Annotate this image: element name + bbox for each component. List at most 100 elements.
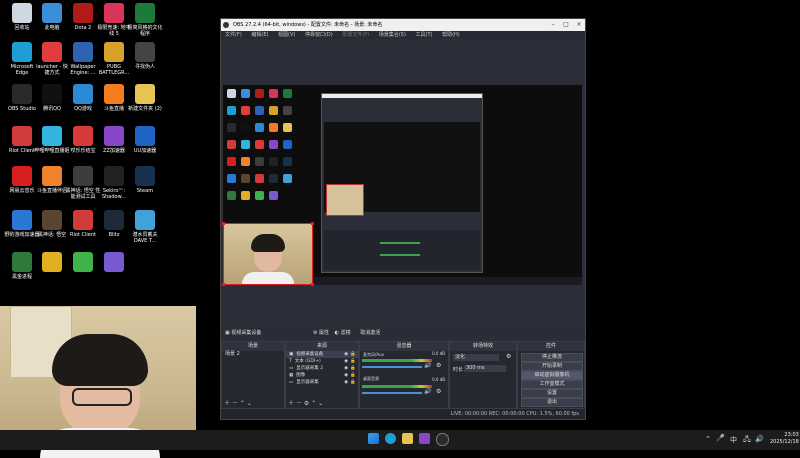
volume-icon[interactable]: 🔊 [755, 435, 764, 443]
source-item[interactable]: ▭ 显示器采集 ◉ 🔒 [286, 379, 358, 386]
mixer-header: 混音器 [360, 342, 448, 351]
windows-start-icon[interactable] [368, 433, 379, 444]
preview-mini-icon [269, 157, 278, 166]
eye-icon[interactable]: ◉ [344, 351, 348, 358]
eye-icon[interactable]: ◉ [344, 379, 348, 386]
chevron-up-icon[interactable]: ⌃ [705, 435, 711, 443]
move-up-button[interactable]: ⌃ [311, 400, 316, 407]
transform-handle[interactable] [311, 222, 314, 225]
source-type-icon: ▦ [289, 373, 294, 378]
menu-view[interactable]: 视图(V) [278, 32, 295, 38]
transform-handle[interactable] [222, 222, 225, 225]
desktop-icon[interactable] [96, 252, 132, 274]
desktop-volume-slider[interactable] [362, 392, 422, 394]
desktop-audio-meter [362, 385, 432, 388]
microphone-icon[interactable]: 🎤 [716, 434, 725, 442]
lock-icon[interactable]: 🔒 [350, 358, 356, 365]
menu-docks[interactable]: 停靠窗口(D) [305, 32, 333, 38]
preview-mini-icon [255, 106, 264, 115]
source-properties-icon[interactable]: ⚙ [304, 400, 309, 407]
source-item[interactable]: ▦ 图像 ◉ 🔒 [286, 372, 358, 379]
desktop-icon[interactable]: 潜水员戴夫 DAVE T... [127, 210, 163, 244]
remove-source-button[interactable]: － [296, 400, 302, 407]
transform-handle[interactable] [222, 283, 225, 286]
start-virtual-camera-button[interactable]: 启动虚拟摄像机 [521, 371, 583, 380]
app-icon [104, 210, 124, 230]
network-icon[interactable]: 🖧 [743, 435, 751, 446]
add-source-button[interactable]: ＋ [288, 400, 294, 407]
minimize-button[interactable]: – [547, 19, 559, 31]
app-icon [42, 252, 62, 272]
app-icon [104, 166, 124, 186]
lock-icon[interactable]: 🔒 [350, 379, 356, 386]
start-recording-button[interactable]: 开始录制 [521, 362, 583, 371]
filters-button[interactable]: ◐ 滤镜 [335, 330, 351, 336]
source-item[interactable]: T 文本 (GDI+) ◉ 🔒 [286, 358, 358, 365]
menu-file[interactable]: 文件(F) [225, 32, 242, 38]
stop-streaming-button[interactable]: 停止推流 [521, 353, 583, 362]
transform-handle[interactable] [311, 283, 314, 286]
move-up-button[interactable]: ⌃ [240, 400, 245, 407]
duration-input[interactable]: 300 ms [464, 365, 506, 372]
eye-icon[interactable]: ◉ [344, 372, 348, 379]
clock[interactable]: 23:03 2025/12/18 [770, 432, 799, 446]
desktop-icon[interactable]: 极简风格的文化程序 [127, 3, 163, 37]
nested-webcam [326, 184, 364, 216]
preview-mini-icon [283, 174, 292, 183]
explorer-taskbar-icon[interactable] [402, 433, 413, 444]
menu-edit[interactable]: 编辑(E) [251, 32, 268, 38]
desktop-icon[interactable]: Steam [127, 166, 163, 194]
lock-icon[interactable]: 🔒 [350, 372, 356, 379]
studio-mode-button[interactable]: 工作室模式 [521, 380, 583, 389]
gear-icon[interactable]: ⚙ [436, 362, 441, 369]
app-icon [73, 84, 93, 104]
speaker-icon[interactable]: 🔊 [424, 388, 431, 395]
scene-item[interactable]: 场景 2 [222, 351, 284, 358]
source-item[interactable]: ▣ 视频采集设备 ◉ 🔒 [286, 351, 358, 358]
move-down-button[interactable]: ⌄ [318, 400, 323, 407]
obs-taskbar-icon[interactable] [436, 433, 449, 446]
ime-indicator[interactable]: 中 [730, 435, 737, 445]
nested-docks [324, 230, 480, 270]
app-icon [73, 166, 93, 186]
desktop-icon[interactable]: 寻找伪人 [127, 42, 163, 70]
preview-mini-icons [227, 89, 317, 219]
app-icon [104, 3, 124, 23]
eye-icon[interactable]: ◉ [344, 365, 348, 372]
desktop-icon[interactable]: UU加速器 [127, 126, 163, 154]
eye-icon[interactable]: ◉ [344, 358, 348, 365]
edge-taskbar-icon[interactable] [385, 433, 396, 444]
close-button[interactable]: × [573, 19, 585, 31]
add-scene-button[interactable]: ＋ [224, 400, 230, 407]
app-icon [73, 126, 93, 146]
nested-meter-1 [380, 242, 420, 244]
menu-help[interactable]: 帮助(H) [442, 32, 460, 38]
preview-mini-icon [241, 123, 250, 132]
preview-webcam-source[interactable] [222, 222, 314, 286]
maximize-button[interactable]: □ [560, 19, 572, 31]
remove-scene-button[interactable]: － [232, 400, 238, 407]
exit-button[interactable]: 退出 [521, 398, 583, 407]
preview-canvas[interactable] [222, 85, 582, 286]
mixer-track-db: 0.0 dB [432, 351, 445, 356]
gear-icon[interactable]: ⚙ [506, 353, 511, 360]
lock-icon[interactable]: 🔒 [350, 365, 356, 372]
settings-button[interactable]: 设置 [521, 389, 583, 398]
menu-profile[interactable]: 配置文件(P) [342, 32, 369, 38]
lock-icon[interactable]: 🔒 [350, 351, 356, 358]
deactivate-button[interactable]: 取消激活 [360, 330, 380, 336]
zz-accelerator-taskbar-icon[interactable] [419, 433, 430, 444]
mic-volume-slider[interactable] [362, 366, 422, 368]
speaker-icon[interactable]: 🔊 [424, 362, 431, 369]
menu-scene-collection[interactable]: 场景集合(S) [379, 32, 406, 38]
menu-tools[interactable]: 工具(T) [416, 32, 433, 38]
preview-mini-icon [241, 174, 250, 183]
move-down-button[interactable]: ⌄ [247, 400, 252, 407]
source-item[interactable]: ▭ 显示器采集 2 ◉ 🔒 [286, 365, 358, 372]
properties-button[interactable]: ⚙ 属性 [313, 330, 329, 336]
desktop-icon[interactable]: 新建文件夹 (2) [127, 84, 163, 112]
preview-mini-icon [269, 174, 278, 183]
gear-icon[interactable]: ⚙ [436, 388, 441, 395]
transition-select[interactable]: 淡化 [453, 354, 499, 361]
app-icon [42, 210, 62, 230]
